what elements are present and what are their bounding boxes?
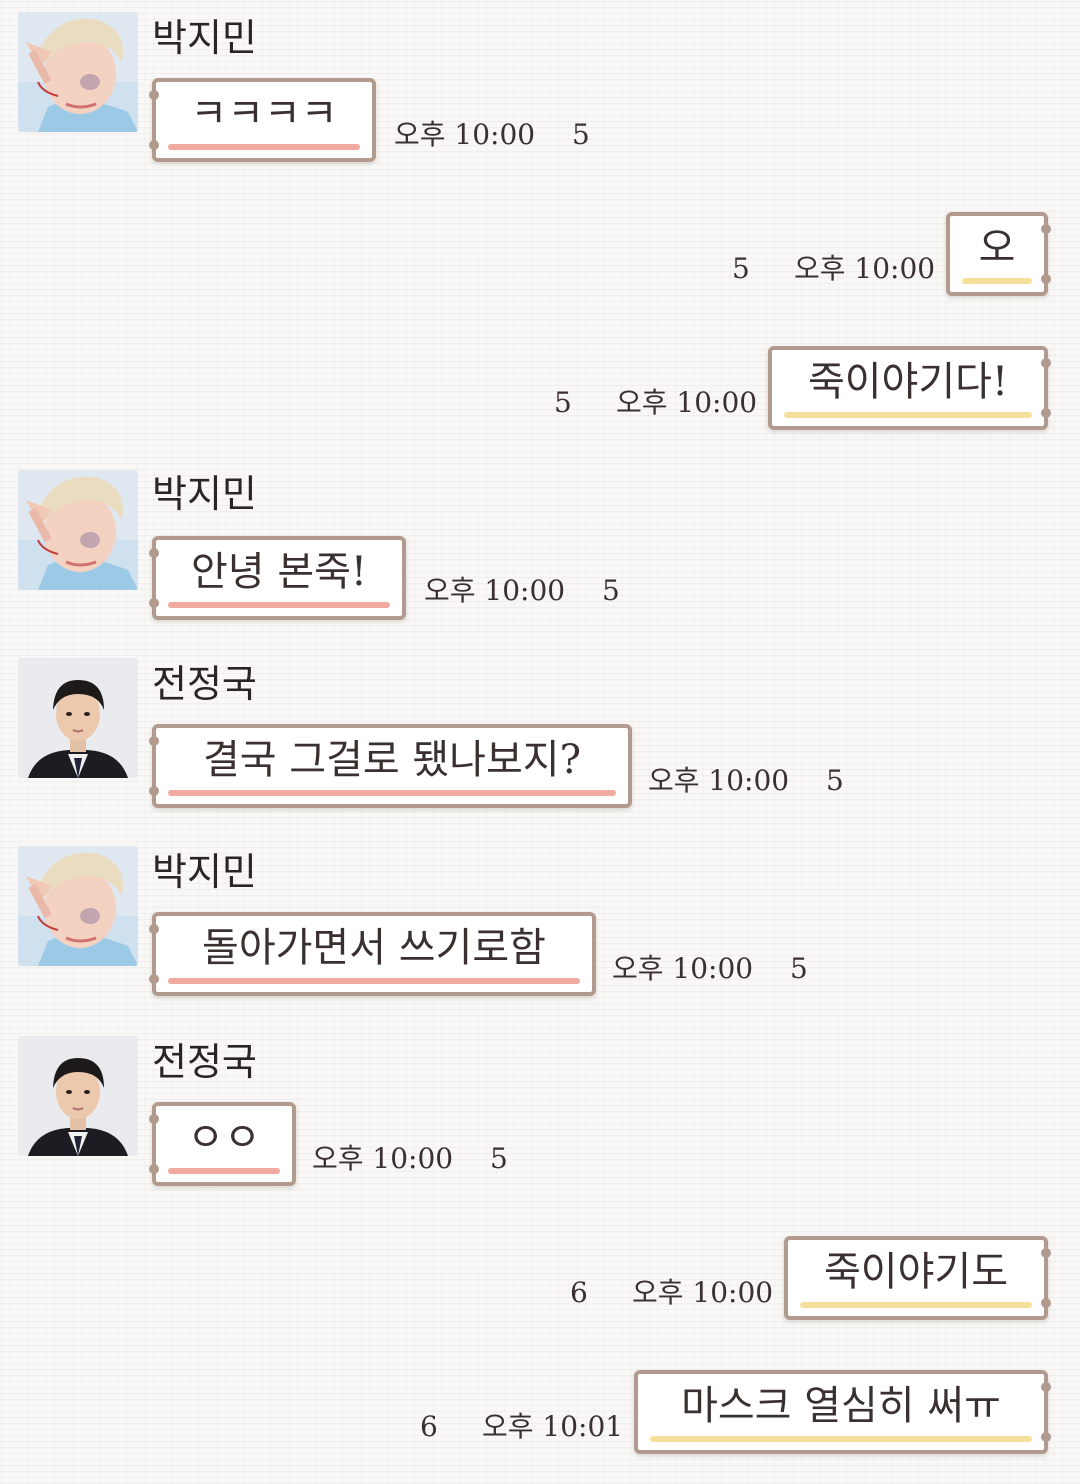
sender-name: 박지민 [152,472,257,516]
unread-count: 5 [602,574,620,607]
message-bubble[interactable]: 안녕 본죽! [149,536,406,620]
message-bubble[interactable]: 죽이야기다! [768,346,1051,430]
message-bubble[interactable]: ㅇㅇ [149,1102,296,1186]
message-text: 죽이야기다! [807,359,1009,405]
message-text: 돌아가면서 쓰기로함 [202,925,546,971]
unread-count: 5 [790,952,808,985]
message-bubble[interactable]: 돌아가면서 쓰기로함 [149,912,596,996]
message-bubble[interactable]: 오 [946,212,1051,296]
message-time: 오후 10:00 [424,574,566,607]
message-time: 오후 10:00 [312,1142,454,1175]
message-bubble[interactable]: 마스크 열심히 써ㅠ [634,1370,1051,1454]
unread-count: 5 [490,1142,508,1175]
message-time: 오후 10:00 [648,764,790,797]
unread-count: 5 [826,764,844,797]
message-text: 죽이야기도 [824,1249,1008,1295]
jimin-avatar[interactable] [18,12,138,132]
message-time: 오후 10:00 [394,118,536,151]
message-text: ㅋㅋㅋㅋ [190,91,338,137]
sender-name: 전정국 [152,662,257,706]
message-text: 오 [978,225,1016,271]
sender-name: 전정국 [152,1040,257,1084]
message-time: 오후 10:01 [482,1410,624,1443]
message-bubble[interactable]: 죽이야기도 [784,1236,1051,1320]
unread-count: 5 [554,386,572,419]
message-bubble[interactable]: ㅋㅋㅋㅋ [149,78,376,162]
jungkook-avatar[interactable] [18,658,138,778]
message-text: 마스크 열심히 써ㅠ [681,1383,1001,1429]
sender-name: 박지민 [152,850,257,894]
message-text: 안녕 본죽! [191,549,367,595]
jimin-avatar[interactable] [18,470,138,590]
sender-name: 박지민 [152,16,257,60]
unread-count: 6 [420,1410,438,1443]
message-time: 오후 10:00 [632,1276,774,1309]
unread-count: 6 [570,1276,588,1309]
message-text: ㅇㅇ [187,1115,261,1161]
jimin-avatar[interactable] [18,846,138,966]
message-time: 오후 10:00 [794,252,936,285]
message-text: 결국 그걸로 됐나보지? [202,737,582,783]
jungkook-avatar[interactable] [18,1036,138,1156]
unread-count: 5 [572,118,590,151]
unread-count: 5 [732,252,750,285]
message-time: 오후 10:00 [612,952,754,985]
message-time: 오후 10:00 [616,386,758,419]
message-bubble[interactable]: 결국 그걸로 됐나보지? [149,724,632,808]
